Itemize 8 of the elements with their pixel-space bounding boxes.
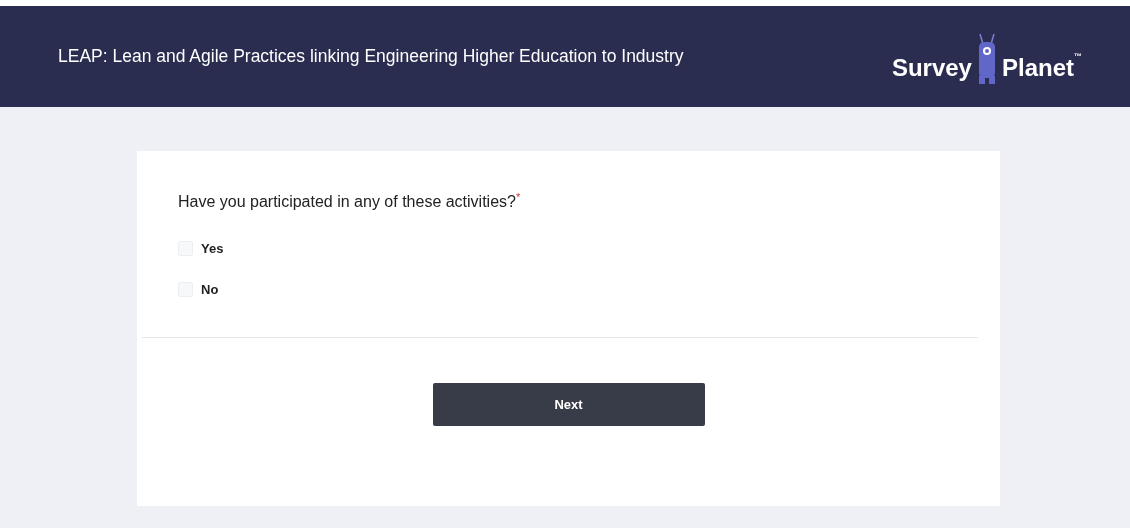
question-text: Have you participated in any of these activities?$^{*}$ (177, 190, 522, 212)
option-label[interactable]: No (201, 282, 219, 298)
next-button[interactable]: Next (432, 383, 705, 427)
survey-title: LEAP: Lean and Agile Practices linking Engineering Higher Education to Industry (58, 46, 684, 67)
trademark-mark: ™ (1074, 51, 1082, 61)
logo-text: Survey (891, 53, 972, 82)
option-label[interactable]: Yes (201, 241, 224, 257)
logo-text: Planet (1001, 53, 1074, 82)
